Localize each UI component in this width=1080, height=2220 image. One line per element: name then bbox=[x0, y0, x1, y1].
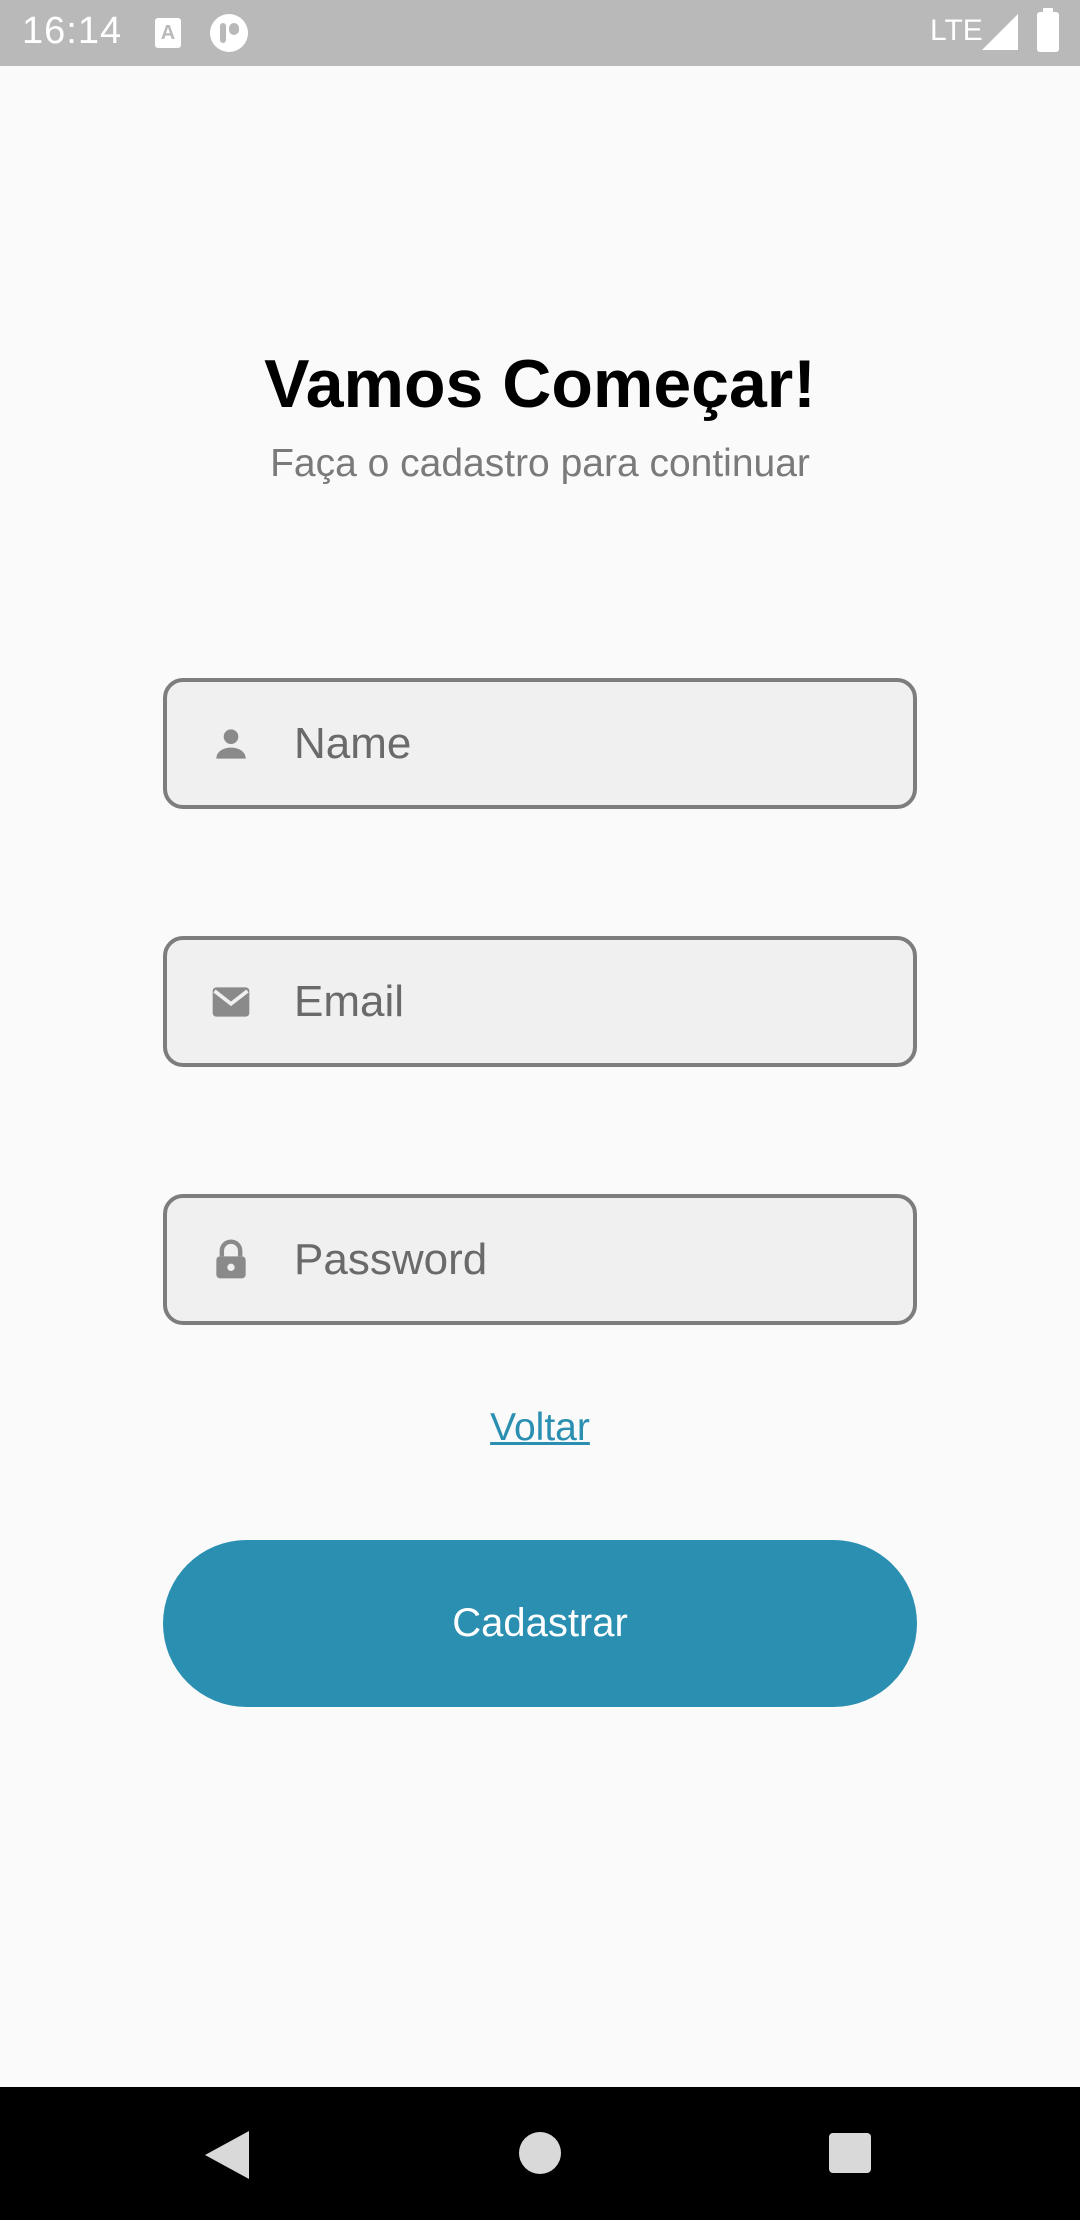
mail-icon bbox=[212, 987, 250, 1017]
register-button[interactable]: Cadastrar bbox=[163, 1540, 917, 1707]
navigation-bar bbox=[0, 2087, 1080, 2220]
email-field[interactable] bbox=[163, 936, 917, 1067]
recents-icon[interactable] bbox=[829, 2133, 871, 2173]
person-icon bbox=[216, 729, 246, 759]
name-field[interactable] bbox=[163, 678, 917, 809]
app-notification-icon bbox=[210, 14, 248, 52]
battery-icon bbox=[1037, 8, 1059, 52]
signal-icon bbox=[982, 14, 1018, 50]
status-bar: 16:14 A LTE bbox=[0, 0, 1080, 66]
status-time: 16:14 bbox=[22, 10, 123, 52]
back-link[interactable]: Voltar bbox=[0, 1406, 1080, 1450]
page-title: Vamos Começar! bbox=[264, 346, 816, 422]
name-input[interactable] bbox=[294, 682, 894, 805]
a-notification-icon: A bbox=[155, 18, 181, 48]
lock-icon bbox=[216, 1239, 246, 1279]
password-field[interactable] bbox=[163, 1194, 917, 1325]
page-subtitle: Faça o cadastro para continuar bbox=[270, 442, 810, 485]
back-icon[interactable] bbox=[205, 2131, 249, 2179]
home-icon[interactable] bbox=[519, 2132, 561, 2174]
network-type-label: LTE bbox=[930, 14, 983, 47]
password-input[interactable] bbox=[294, 1198, 894, 1321]
email-input[interactable] bbox=[294, 940, 894, 1063]
